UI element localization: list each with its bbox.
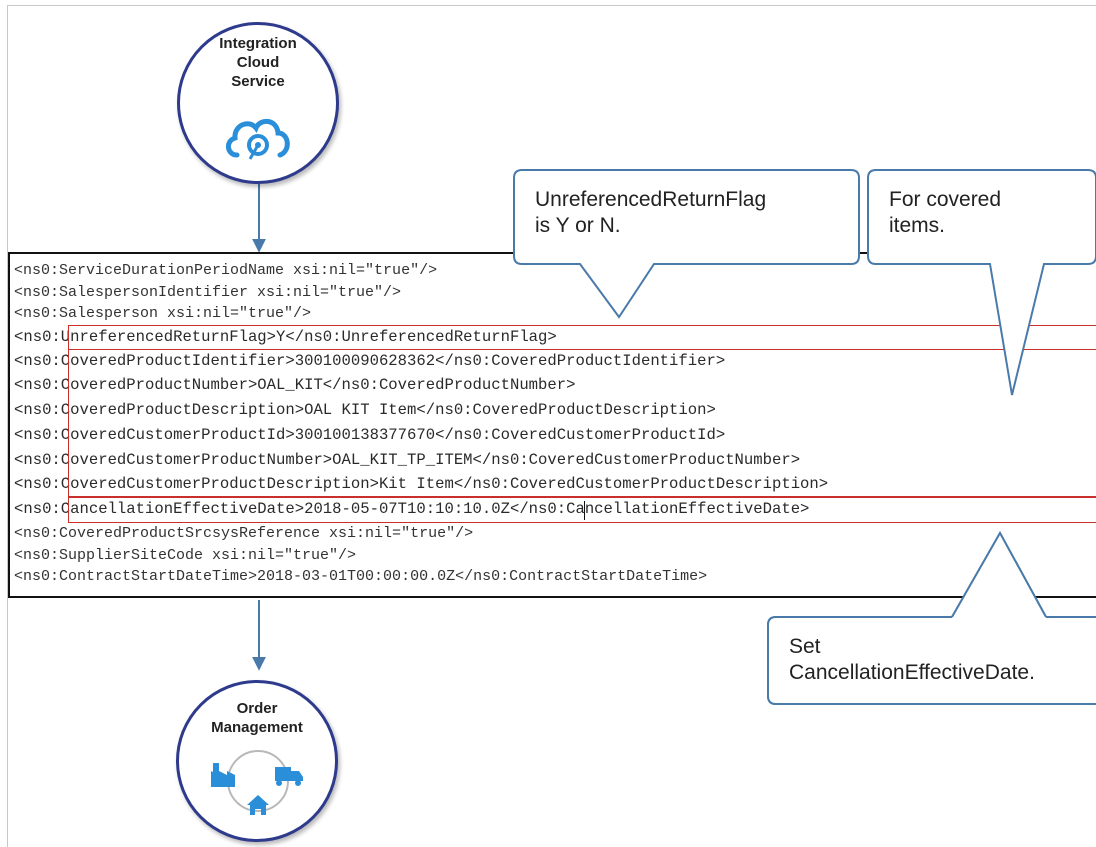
callout-bubbles [513, 169, 1096, 705]
callout-return-flag-text: UnreferencedReturnFlag is Y or N. [535, 188, 767, 237]
callout-cancellation-text: Set CancellationEffectiveDate. [789, 635, 1035, 684]
diagram: Integration Cloud Service Order Manageme… [0, 0, 1096, 847]
callout-covered-items-text: For covered items. [889, 188, 1002, 237]
